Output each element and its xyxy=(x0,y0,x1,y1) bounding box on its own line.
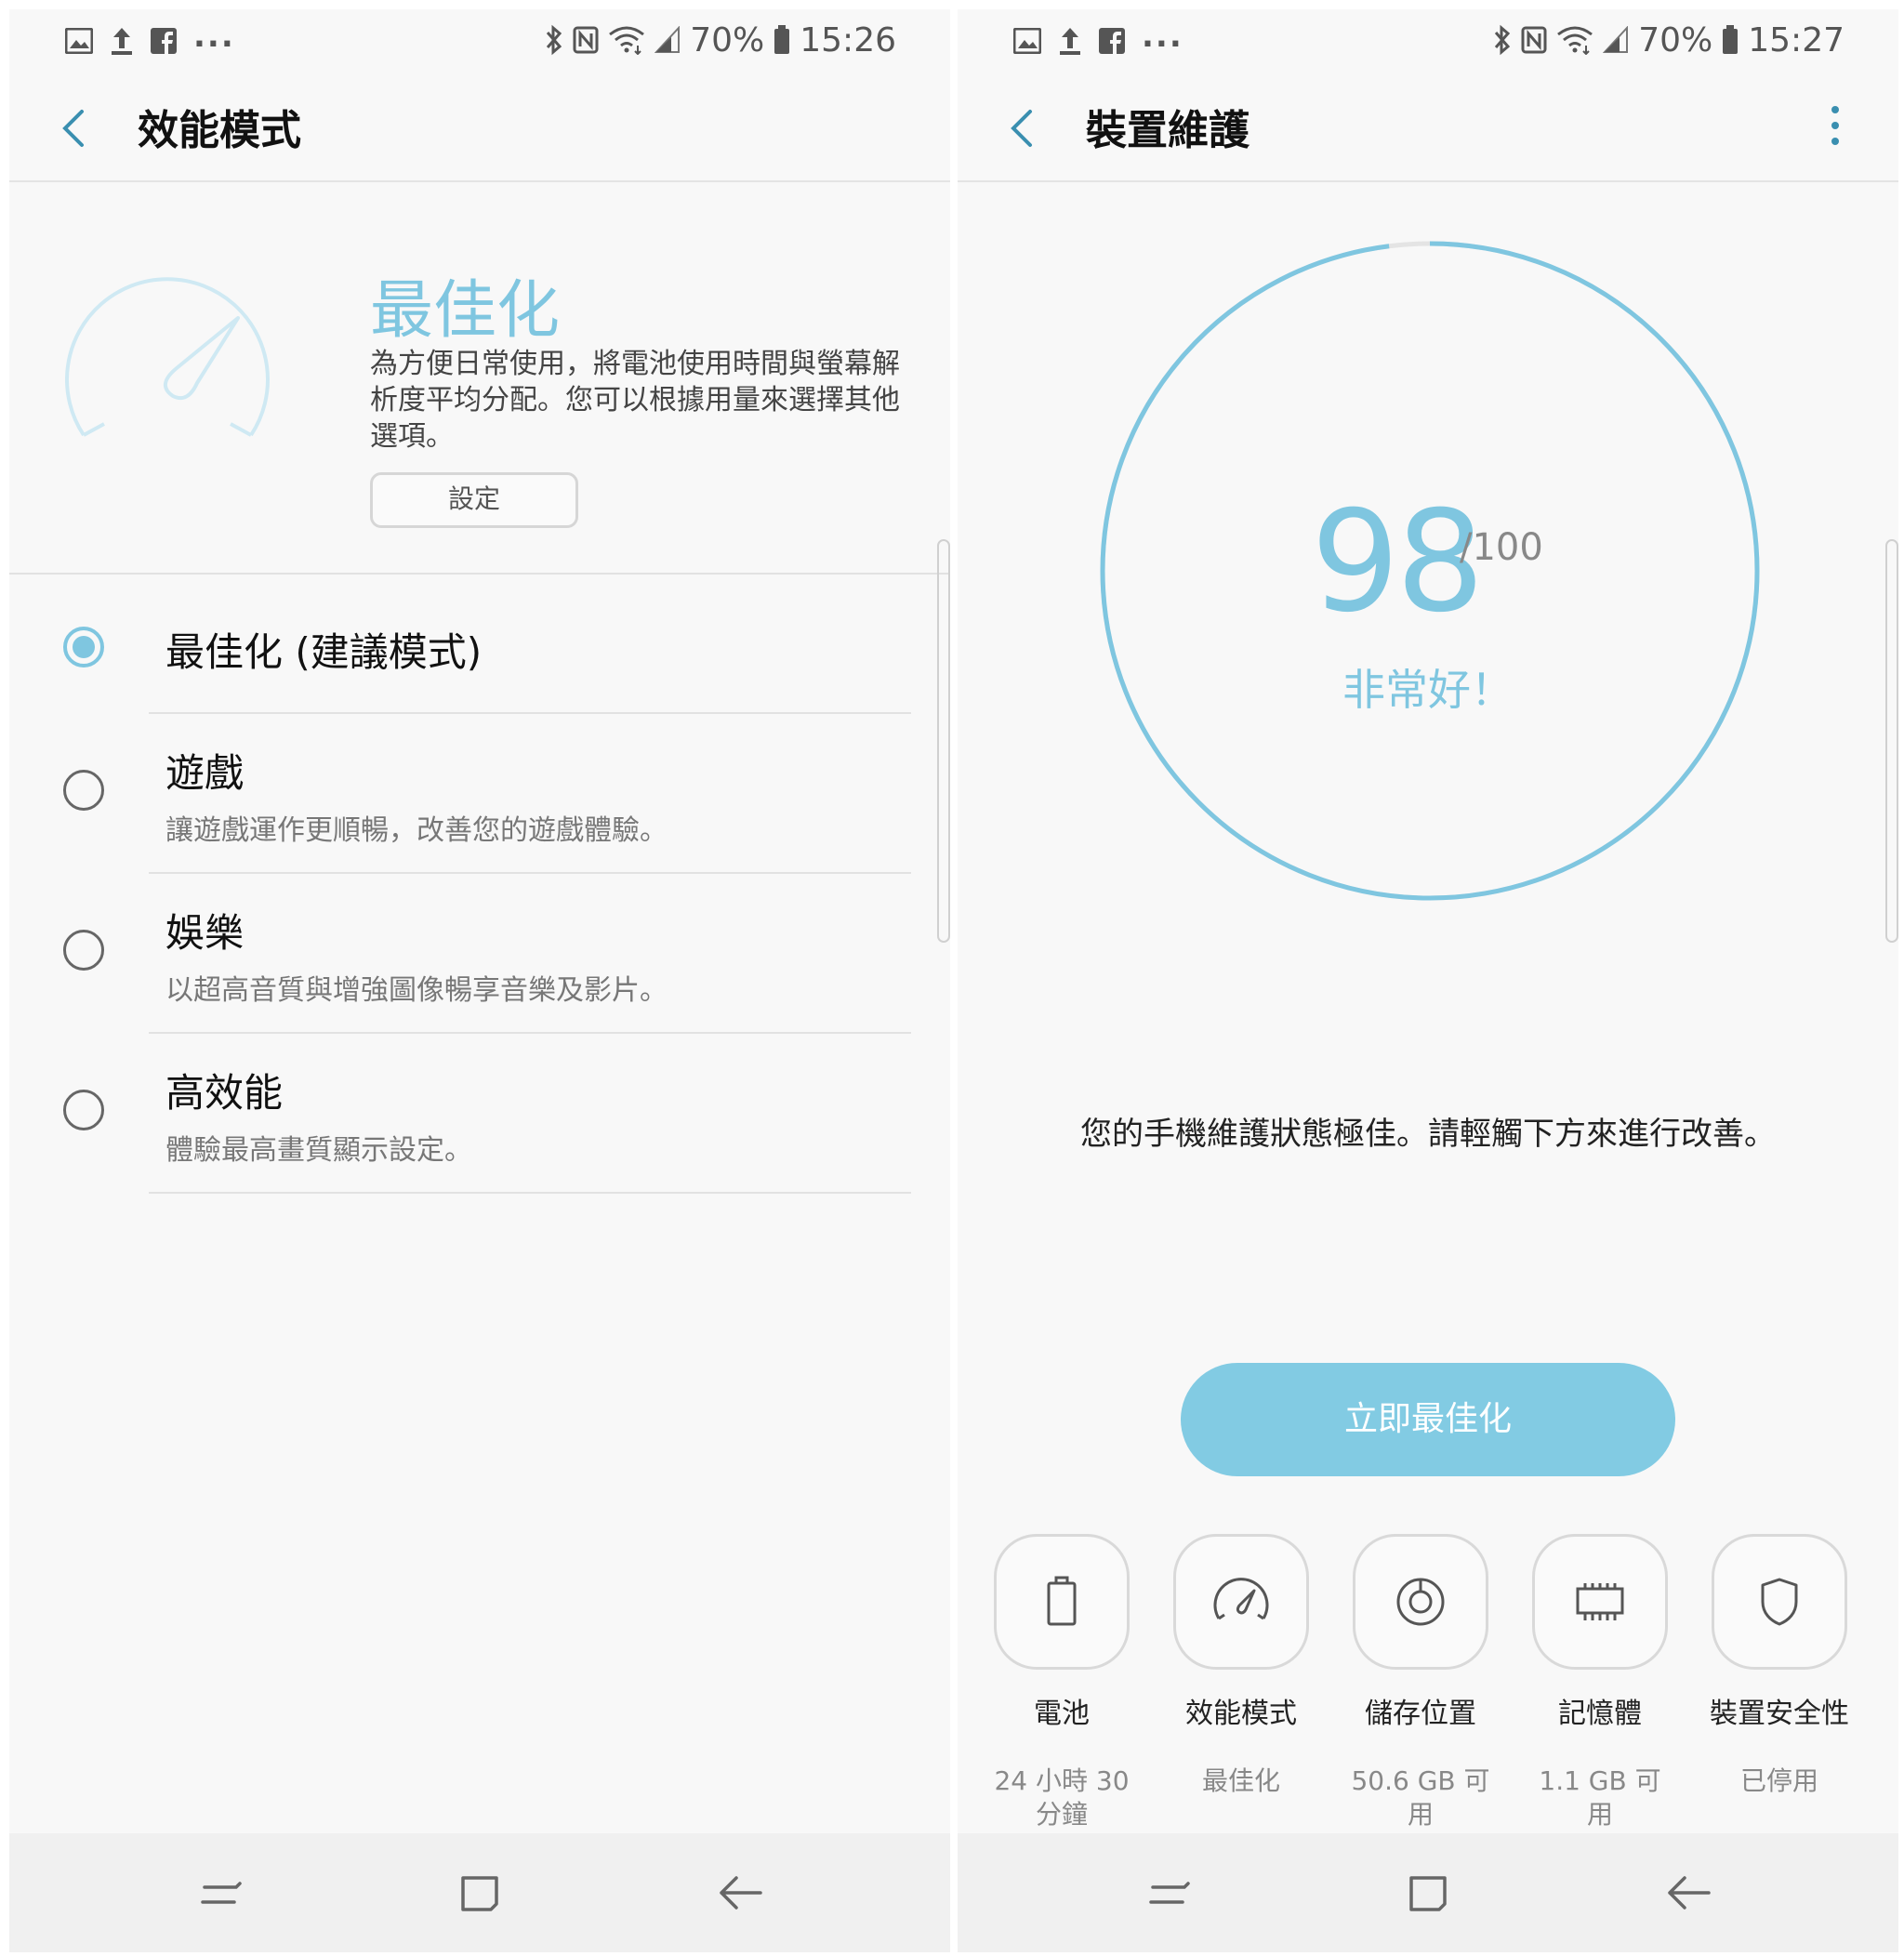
back-nav-icon[interactable] xyxy=(1660,1865,1716,1921)
memory-chip-icon xyxy=(1576,1583,1624,1620)
mode-option-entertainment[interactable]: 娛樂 以超高音質與增強圖像暢享音樂及影片。 xyxy=(9,874,950,1032)
device-maintenance-screen: ... 70% 15:27 裝置維護 98 /100 非常好！ 您的手機維護狀態… xyxy=(958,9,1898,1952)
wifi-icon xyxy=(609,26,645,55)
tile-value: 1.1 GB 可用 xyxy=(1539,1765,1661,1830)
mode-option-game[interactable]: 遊戲 讓遊戲運作更順暢，改善您的遊戲體驗。 xyxy=(9,714,950,872)
score-max: /100 xyxy=(1460,526,1543,569)
back-arrow-icon[interactable] xyxy=(1004,108,1041,149)
page-title: 效能模式 xyxy=(138,107,301,154)
bluetooth-icon xyxy=(1495,24,1511,56)
back-nav-icon[interactable] xyxy=(712,1865,768,1921)
bluetooth-icon xyxy=(547,24,562,56)
tile-value: 最佳化 xyxy=(1201,1765,1280,1796)
tile-name: 儲存位置 xyxy=(1365,1698,1476,1730)
mode-option-title: 高效能 xyxy=(165,1070,284,1116)
edge-panel-handle[interactable] xyxy=(1885,539,1898,943)
score-value: 98 xyxy=(1311,482,1485,643)
app-bar: 裝置維護 xyxy=(958,73,1898,182)
back-arrow-icon[interactable] xyxy=(56,108,93,149)
battery-icon xyxy=(1723,25,1739,54)
score-rating: 非常好！ xyxy=(1342,665,1514,715)
signal-icon xyxy=(654,26,681,53)
screenshot-stage: ... 70% 15:26 效能模式 最佳化 為方便日常使用，將電池使用時間與螢… xyxy=(0,0,1904,1956)
navigation-bar xyxy=(958,1833,1898,1952)
tile-storage[interactable]: 儲存位置 50.6 GB 可用 xyxy=(1351,1534,1490,1831)
tile-icon-box[interactable] xyxy=(1712,1534,1847,1670)
performance-mode-screen: ... 70% 15:26 效能模式 最佳化 為方便日常使用，將電池使用時間與螢… xyxy=(9,9,950,1952)
battery-percent: 70% xyxy=(1638,20,1713,59)
facebook-notification-icon xyxy=(1099,28,1125,54)
mode-option-title: 娛樂 xyxy=(165,910,245,956)
tile-icon-box[interactable] xyxy=(1173,1534,1309,1670)
tile-icon-box[interactable] xyxy=(1353,1534,1488,1670)
clock: 15:27 xyxy=(1748,20,1844,59)
optimize-now-button[interactable]: 立即最佳化 xyxy=(1181,1363,1675,1476)
nfc-icon xyxy=(1521,26,1547,54)
tile-icon-box[interactable] xyxy=(1532,1534,1668,1670)
recent-apps-icon[interactable] xyxy=(1142,1865,1197,1921)
tile-battery[interactable]: 電池 24 小時 30 分鐘 xyxy=(992,1534,1131,1831)
wifi-icon xyxy=(1557,26,1593,55)
home-icon[interactable] xyxy=(452,1865,508,1921)
tile-name: 裝置安全性 xyxy=(1710,1698,1849,1730)
radio-unselected[interactable] xyxy=(63,930,104,971)
mode-option-title: 最佳化 (建議模式) xyxy=(165,629,483,675)
shield-icon xyxy=(1761,1578,1798,1626)
tile-icon-box[interactable] xyxy=(994,1534,1130,1670)
current-mode-description: 為方便日常使用，將電池使用時間與螢幕解析度平均分配。您可以根據用量來選擇其他選項… xyxy=(370,348,900,453)
edge-panel-handle[interactable] xyxy=(937,539,950,943)
facebook-notification-icon xyxy=(151,28,177,54)
nfc-icon xyxy=(573,26,599,54)
mode-option-description: 體驗最高畫質顯示設定。 xyxy=(165,1134,472,1167)
home-icon[interactable] xyxy=(1400,1865,1456,1921)
page-title: 裝置維護 xyxy=(1086,107,1250,154)
radio-unselected[interactable] xyxy=(63,1090,104,1130)
tile-value: 50.6 GB 可用 xyxy=(1351,1765,1490,1830)
clock: 15:26 xyxy=(800,20,896,59)
storage-disc-icon xyxy=(1396,1578,1445,1626)
battery-icon xyxy=(774,25,790,54)
status-summary: 您的手機維護狀態極佳。請輕觸下方來進行改善。 xyxy=(1080,1116,1776,1153)
speedometer-icon xyxy=(1213,1578,1269,1620)
speedometer-icon xyxy=(65,277,270,437)
more-options-icon[interactable] xyxy=(1826,106,1844,151)
radio-unselected[interactable] xyxy=(63,770,104,811)
battery-percent: 70% xyxy=(690,20,765,59)
status-bar: ... 70% 15:26 xyxy=(9,9,950,73)
gallery-notification-icon xyxy=(1013,28,1041,54)
navigation-bar xyxy=(9,1833,950,1952)
mode-option-description: 以超高音質與增強圖像暢享音樂及影片。 xyxy=(165,974,668,1007)
mode-option-title: 遊戲 xyxy=(165,750,245,796)
more-notifications: ... xyxy=(1142,18,1183,55)
tile-name: 記憶體 xyxy=(1558,1698,1642,1730)
tile-device-security[interactable]: 裝置安全性 已停用 xyxy=(1710,1534,1849,1798)
signal-icon xyxy=(1603,26,1629,53)
current-mode-card: 最佳化 為方便日常使用，將電池使用時間與螢幕解析度平均分配。您可以根據用量來選擇… xyxy=(9,182,950,575)
current-mode-title: 最佳化 xyxy=(370,274,561,348)
app-bar: 效能模式 xyxy=(9,73,950,182)
tile-value: 已停用 xyxy=(1739,1765,1818,1796)
tile-name: 效能模式 xyxy=(1185,1698,1297,1730)
radio-selected[interactable] xyxy=(63,627,104,667)
battery-icon xyxy=(1047,1576,1077,1626)
status-bar: ... 70% 15:27 xyxy=(958,9,1898,73)
more-notifications: ... xyxy=(193,18,235,55)
mode-option-description: 讓遊戲運作更順暢，改善您的遊戲體驗。 xyxy=(165,814,668,847)
tile-performance-mode[interactable]: 效能模式 最佳化 xyxy=(1171,1534,1311,1798)
tile-value: 24 小時 30 分鐘 xyxy=(994,1765,1130,1830)
tile-memory[interactable]: 記憶體 1.1 GB 可用 xyxy=(1530,1534,1670,1831)
recent-apps-icon[interactable] xyxy=(193,1865,249,1921)
mode-option-optimized[interactable]: 最佳化 (建議模式) xyxy=(9,586,950,712)
settings-button[interactable]: 設定 xyxy=(370,472,578,528)
tile-name: 電池 xyxy=(1034,1698,1090,1730)
upload-notification-icon xyxy=(1060,28,1080,55)
mode-option-high-performance[interactable]: 高效能 體驗最高畫質顯示設定。 xyxy=(9,1034,950,1192)
divider xyxy=(149,1192,911,1194)
upload-notification-icon xyxy=(112,28,132,55)
gallery-notification-icon xyxy=(65,28,93,54)
